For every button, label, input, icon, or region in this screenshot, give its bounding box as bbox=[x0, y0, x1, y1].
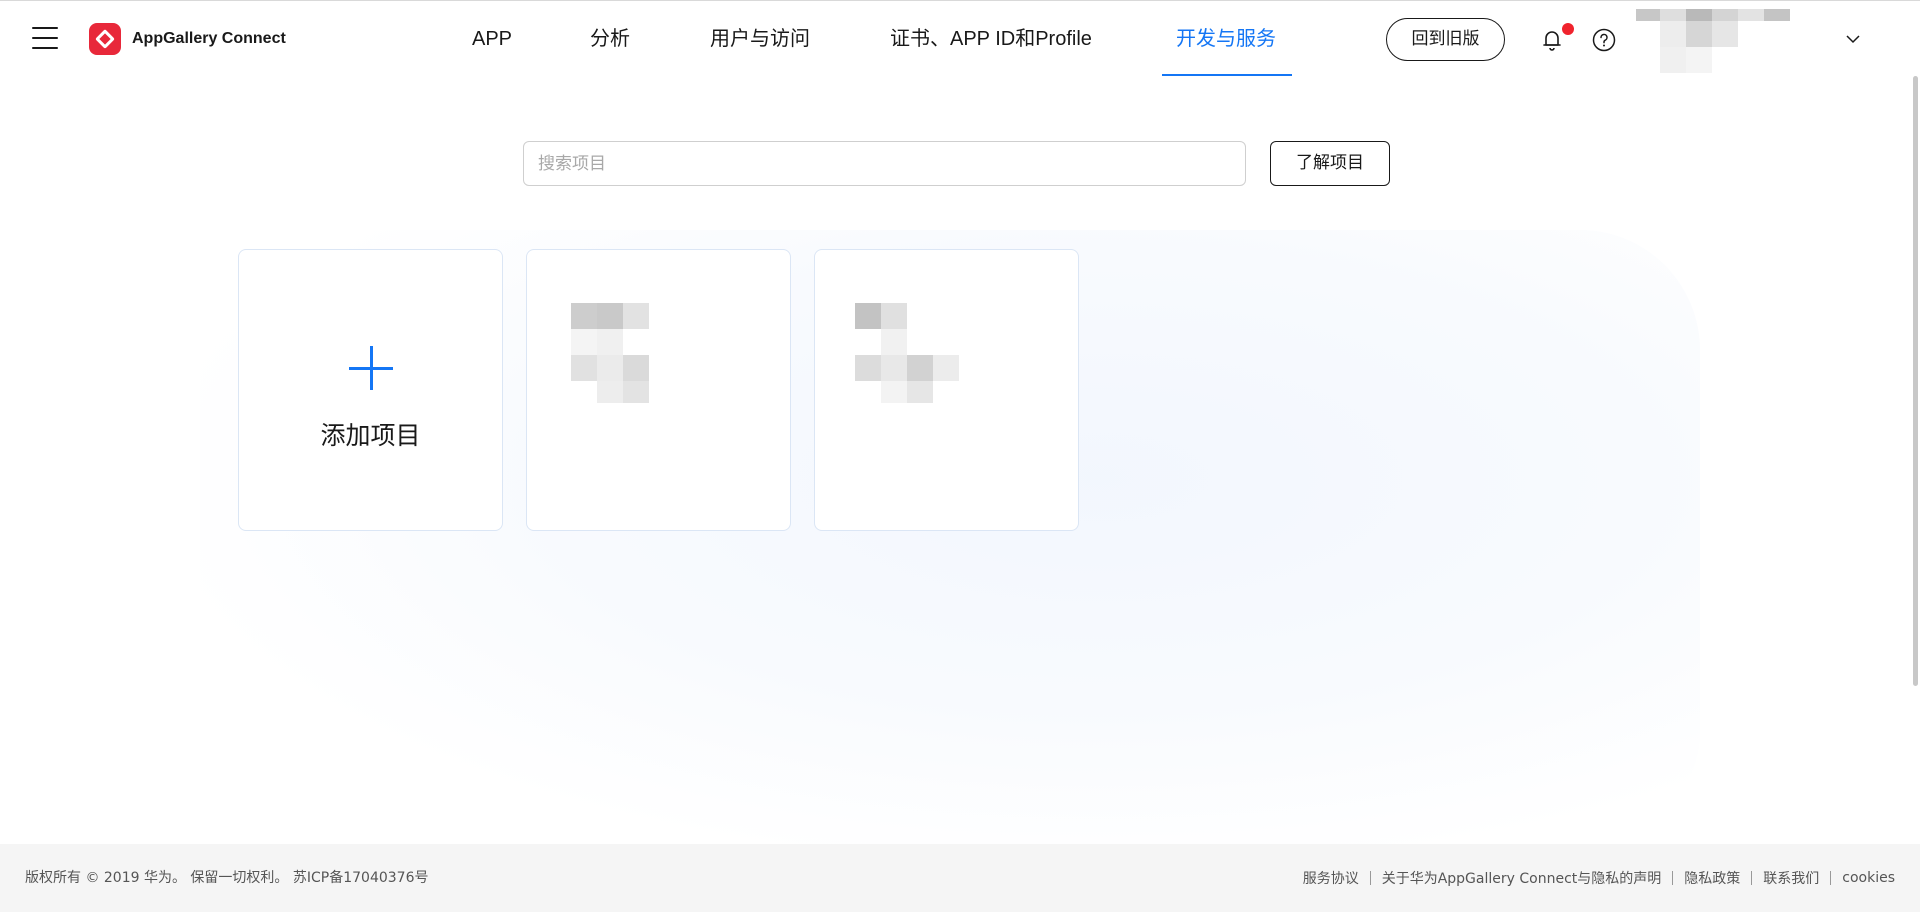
logo-text: AppGallery Connect bbox=[132, 30, 286, 47]
logo[interactable]: AppGallery Connect bbox=[89, 23, 286, 55]
project-card[interactable] bbox=[526, 249, 791, 531]
notification-badge bbox=[1562, 23, 1574, 35]
help-icon[interactable] bbox=[1592, 28, 1616, 52]
nav-active-underline bbox=[1162, 74, 1292, 76]
appgallery-logo-icon bbox=[89, 23, 121, 55]
footer-link-privacy-statement[interactable]: 关于华为AppGallery Connect与隐私的声明 bbox=[1382, 868, 1662, 888]
nav-item-analytics[interactable]: 分析 bbox=[590, 1, 630, 77]
learn-about-projects-button[interactable]: 了解项目 bbox=[1270, 141, 1390, 186]
add-project-label: 添加项目 bbox=[320, 421, 421, 450]
nav-item-app[interactable]: APP bbox=[472, 1, 512, 77]
scrollbar-thumb[interactable] bbox=[1913, 76, 1918, 686]
footer-divider bbox=[1830, 871, 1832, 885]
footer-link-service-agreement[interactable]: 服务协议 bbox=[1303, 868, 1359, 888]
nav-item-users-access[interactable]: 用户与访问 bbox=[710, 1, 810, 77]
footer-link-privacy-policy[interactable]: 隐私政策 bbox=[1684, 868, 1740, 888]
footer-divider bbox=[1672, 871, 1674, 885]
page-footer: 版权所有 © 2019 华为。 保留一切权利。 苏ICP备17040376号 服… bbox=[0, 844, 1920, 912]
footer-link-contact-us[interactable]: 联系我们 bbox=[1763, 868, 1819, 888]
notification-bell-icon[interactable] bbox=[1540, 28, 1564, 52]
nav-item-certificates[interactable]: 证书、APP ID和Profile bbox=[890, 1, 1092, 77]
footer-links: 服务协议 关于华为AppGallery Connect与隐私的声明 隐私政策 联… bbox=[1303, 844, 1895, 912]
search-projects-input[interactable] bbox=[523, 141, 1246, 186]
back-to-old-version-button[interactable]: 回到旧版 bbox=[1386, 18, 1505, 61]
copyright-text: 版权所有 © 2019 华为。 保留一切权利。 苏ICP备17040376号 bbox=[25, 870, 429, 886]
nav-item-develop-services[interactable]: 开发与服务 bbox=[1176, 1, 1276, 77]
footer-divider bbox=[1369, 871, 1371, 885]
footer-link-cookies[interactable]: cookies bbox=[1842, 870, 1895, 886]
top-header: AppGallery Connect APP 分析 用户与访问 证书、APP I… bbox=[0, 0, 1920, 76]
project-card[interactable] bbox=[814, 249, 1079, 531]
add-project-card[interactable]: 添加项目 bbox=[238, 249, 503, 531]
plus-icon bbox=[349, 346, 393, 390]
user-avatar-pixelated[interactable] bbox=[1636, 9, 1790, 73]
footer-divider bbox=[1751, 871, 1753, 885]
chevron-down-icon[interactable] bbox=[1844, 31, 1862, 47]
hamburger-menu-icon[interactable] bbox=[32, 27, 58, 49]
